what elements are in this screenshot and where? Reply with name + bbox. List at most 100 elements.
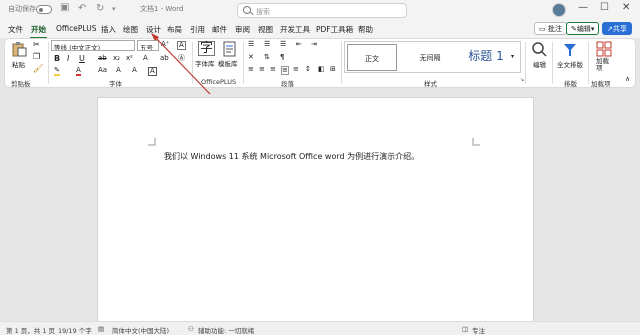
tab-references[interactable]: 引用 xyxy=(190,24,205,35)
tab-officeplus[interactable]: OfficePLUS xyxy=(56,24,96,33)
close-button[interactable]: ✕ xyxy=(622,2,630,13)
grow-shrink-icon[interactable]: A xyxy=(116,67,121,74)
avatar[interactable] xyxy=(552,3,566,17)
tab-mailings[interactable]: 邮件 xyxy=(212,24,227,35)
comments-button[interactable]: ▭ 批注 xyxy=(534,22,567,35)
clear-format-icon[interactable]: A xyxy=(177,41,186,50)
align-left-icon[interactable]: ≡ xyxy=(248,66,254,73)
tab-help[interactable]: 帮助 xyxy=(358,24,373,35)
comments-label: 批注 xyxy=(547,25,562,33)
shading-icon[interactable]: ◧ xyxy=(318,66,325,73)
crop-mark-top-right xyxy=(472,138,480,146)
paste-icon[interactable] xyxy=(11,41,27,57)
distribute-icon[interactable]: ≡ xyxy=(293,66,299,73)
minimize-button[interactable]: — xyxy=(578,2,588,13)
addins-icon[interactable] xyxy=(596,41,612,57)
tab-file[interactable]: 文件 xyxy=(8,24,23,35)
full-layout-label[interactable]: 全文排版 xyxy=(557,59,583,69)
sort-icon[interactable]: ⇅ xyxy=(264,54,270,61)
cut-icon[interactable]: ✂ xyxy=(33,41,40,49)
tab-view[interactable]: 视图 xyxy=(258,24,273,35)
bold-button[interactable]: B xyxy=(54,55,60,63)
line-spacing-icon[interactable]: ↕ xyxy=(305,66,311,73)
char-shading-icon[interactable]: A xyxy=(132,67,137,74)
show-marks-icon[interactable]: ¶ xyxy=(280,54,284,61)
find-icon[interactable] xyxy=(531,41,547,57)
full-layout-icon[interactable] xyxy=(562,41,578,57)
highlight-button[interactable]: ✎ xyxy=(54,67,60,76)
autosave-toggle[interactable] xyxy=(36,5,52,14)
font-name-select[interactable]: 等线 (中文正文) xyxy=(51,40,135,51)
redo-icon[interactable]: ↻ xyxy=(96,3,104,14)
collapse-ribbon-icon[interactable]: ∧ xyxy=(625,76,630,83)
search-box[interactable]: 搜索 xyxy=(237,3,407,18)
underline-button[interactable]: U xyxy=(79,55,85,63)
accessibility-icon[interactable]: ⚇ xyxy=(188,325,194,333)
tab-insert[interactable]: 插入 xyxy=(101,24,116,35)
char-border-icon[interactable]: A xyxy=(148,67,157,76)
phonetic-guide-icon[interactable]: ab xyxy=(160,55,169,62)
tab-design[interactable]: 设计 xyxy=(146,24,161,35)
template-library-icon[interactable] xyxy=(222,41,238,57)
language-status[interactable]: 简体中文(中国大陆) xyxy=(112,325,169,335)
font-color-button[interactable]: A xyxy=(76,67,81,76)
align-right-icon[interactable]: ≡ xyxy=(270,66,276,73)
superscript-button[interactable]: x² xyxy=(126,55,133,62)
editing-mode-label: 编辑 xyxy=(576,25,591,33)
bullets-icon[interactable]: ☰ xyxy=(248,41,254,48)
tab-layout[interactable]: 布局 xyxy=(167,24,182,35)
numbering-icon[interactable]: ☰ xyxy=(264,41,270,48)
maximize-button[interactable]: ☐ xyxy=(600,2,609,13)
chinese-layout-icon[interactable]: ✕ xyxy=(248,54,254,61)
styles-gallery: 正文 无间隔 标题 1 xyxy=(344,41,521,73)
template-library-label[interactable]: 模板库 xyxy=(218,58,238,68)
share-button[interactable]: ↗共享 xyxy=(602,22,632,35)
styles-launcher-icon[interactable]: ↘ xyxy=(520,78,524,83)
grow-font-icon[interactable]: A⁺ xyxy=(161,41,169,48)
undo-icon[interactable]: ↶ xyxy=(78,3,86,14)
font-library-icon[interactable]: 字 xyxy=(198,41,216,56)
paste-label[interactable]: 粘贴 xyxy=(12,59,25,69)
style-no-spacing[interactable]: 无间隔 xyxy=(405,44,455,71)
word-count[interactable]: 19/19 个字 xyxy=(58,325,92,335)
tab-pdf-toolbox[interactable]: PDF工具箱 xyxy=(316,24,353,35)
align-center-icon[interactable]: ≡ xyxy=(259,66,265,73)
style-heading1[interactable]: 标题 1 xyxy=(457,44,515,71)
tab-developer[interactable]: 开发工具 xyxy=(280,24,310,35)
document-page[interactable]: 我们以 Windows 11 系统 Microsoft Office word … xyxy=(97,97,534,322)
format-painter-icon[interactable]: 🖌 xyxy=(33,65,43,73)
tab-review[interactable]: 审阅 xyxy=(235,24,250,35)
text-effects-icon[interactable]: A xyxy=(143,55,148,62)
tab-draw[interactable]: 绘图 xyxy=(123,24,138,35)
copy-icon[interactable]: ❐ xyxy=(33,53,40,61)
accessibility-status[interactable]: 辅助功能: 一切就绪 xyxy=(198,325,254,335)
borders-icon[interactable]: ⊞ xyxy=(330,66,336,73)
change-case-button[interactable]: Aa xyxy=(98,67,107,74)
editing-label[interactable]: 编辑 xyxy=(533,59,546,69)
subscript-button[interactable]: x₂ xyxy=(113,55,120,62)
document-body-text[interactable]: 我们以 Windows 11 系统 Microsoft Office word … xyxy=(164,151,419,162)
justify-icon[interactable]: ≡ xyxy=(281,66,289,75)
proofing-icon[interactable]: ▤ xyxy=(98,325,104,333)
decrease-indent-icon[interactable]: ⇤ xyxy=(296,41,302,48)
increase-indent-icon[interactable]: ⇥ xyxy=(311,41,317,48)
addins-label[interactable]: 加载项 xyxy=(596,57,612,72)
styles-more-icon[interactable]: ▾ xyxy=(511,54,514,60)
focus-icon[interactable]: ◫ xyxy=(462,325,468,333)
crop-mark-top-left xyxy=(148,138,156,146)
focus-label[interactable]: 专注 xyxy=(472,325,485,335)
search-icon xyxy=(243,6,251,14)
editing-mode-button[interactable]: ✎编辑▾ xyxy=(566,22,600,35)
font-library-label[interactable]: 字体库 xyxy=(195,58,215,68)
strikethrough-button[interactable]: ab xyxy=(98,55,107,62)
save-icon[interactable]: ▣ xyxy=(60,2,69,13)
document-title: 文档1 - Word xyxy=(140,5,184,13)
font-size-select[interactable]: 五号 xyxy=(137,40,159,51)
enclose-char-icon[interactable]: Ⓐ xyxy=(178,55,185,62)
multilevel-list-icon[interactable]: ☰ xyxy=(280,41,286,48)
italic-button[interactable]: I xyxy=(67,55,69,63)
customize-qat-icon[interactable]: ▾ xyxy=(112,5,116,13)
page-count[interactable]: 第 1 页，共 1 页 xyxy=(6,325,55,335)
tab-home[interactable]: 开始 xyxy=(30,24,47,39)
style-normal[interactable]: 正文 xyxy=(347,44,397,71)
